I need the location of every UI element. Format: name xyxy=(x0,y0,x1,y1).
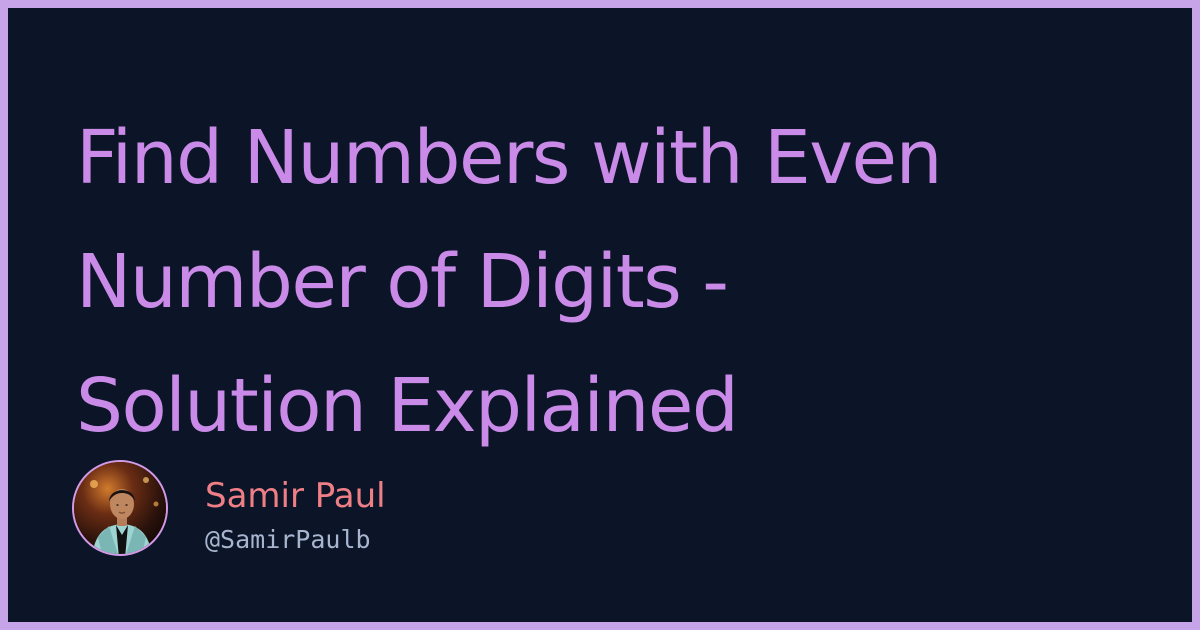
author-handle: @SamirPaulb xyxy=(205,525,371,554)
author-avatar xyxy=(72,460,168,556)
author-name: Samir Paul xyxy=(205,476,386,516)
post-title: Find Numbers with Even Number of Digits … xyxy=(76,96,1146,468)
post-title-line: Solution Explained xyxy=(76,363,739,449)
social-preview-card: Find Numbers with Even Number of Digits … xyxy=(0,0,1200,630)
post-title-line: Number of Digits - xyxy=(76,239,729,325)
post-title-line: Find Numbers with Even xyxy=(76,115,942,201)
avatar-portrait-icon xyxy=(74,462,166,554)
